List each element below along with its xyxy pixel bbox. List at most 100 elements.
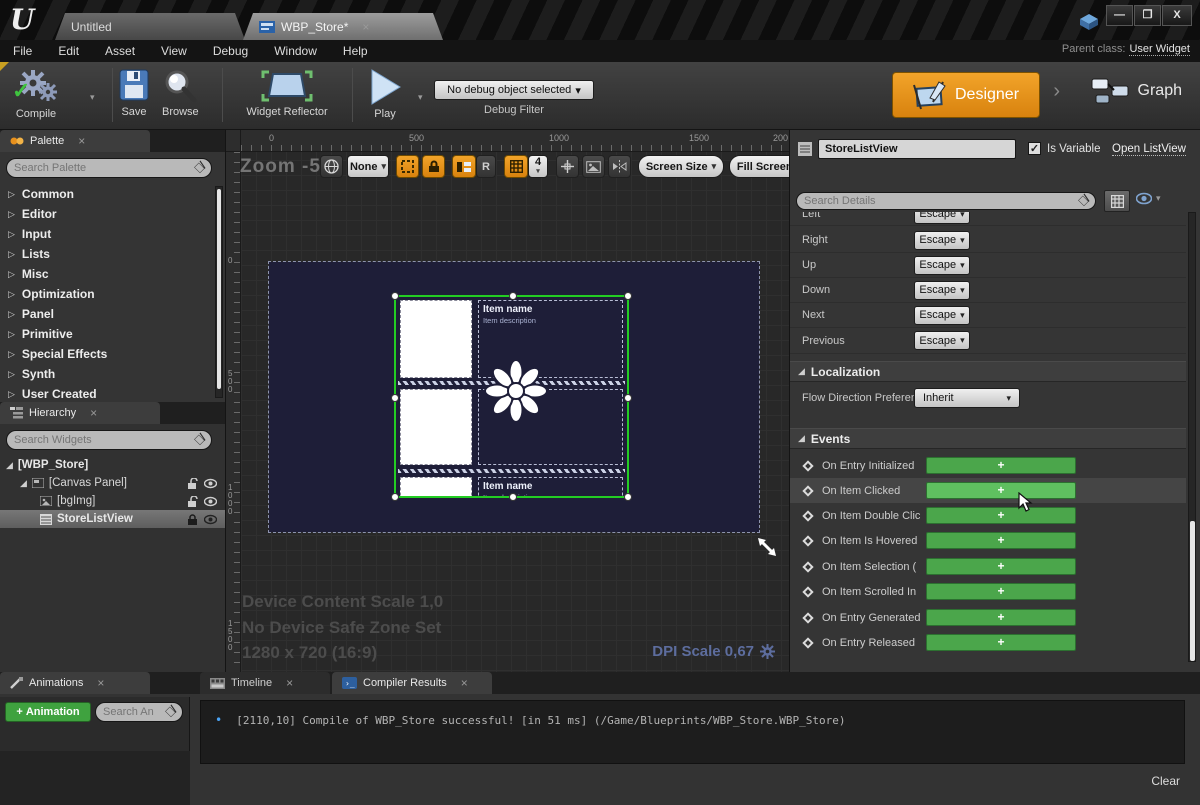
dpi-scale-indicator[interactable]: DPI Scale 0,67 <box>652 643 775 660</box>
lock-open-icon[interactable] <box>187 478 198 489</box>
storelistview-widget-selection[interactable]: Item name Item description Item name <box>394 295 629 498</box>
parent-class-value[interactable]: User Widget <box>1129 43 1190 56</box>
add-event-button[interactable]: + <box>926 634 1076 651</box>
palette-search[interactable]: ⌒̸ <box>6 158 212 178</box>
palette-category-input[interactable]: ▷Input <box>0 224 213 244</box>
hierarchy-search[interactable]: ⌒̸ <box>6 430 212 450</box>
close-icon[interactable]: × <box>97 676 104 690</box>
tree-item-bgimg[interactable]: [bgImg] <box>0 492 225 510</box>
tree-item-storelistview-selected[interactable]: StoreListView <box>0 510 225 528</box>
tab-palette[interactable]: Palette × <box>0 130 150 152</box>
document-tab-untitled[interactable]: Untitled <box>55 13 245 40</box>
widget-name-input[interactable] <box>818 139 1016 159</box>
menu-debug[interactable]: Debug <box>200 44 261 58</box>
menu-asset[interactable]: Asset <box>92 44 148 58</box>
palette-category-misc[interactable]: ▷Misc <box>0 264 213 284</box>
flip-preview-button[interactable] <box>608 155 631 178</box>
respect-locks-toggle[interactable] <box>452 155 476 178</box>
surface-resize-arrow-icon[interactable] <box>756 536 778 558</box>
eye-visibility-icon[interactable] <box>204 496 217 507</box>
transform-mode-button[interactable] <box>556 155 579 178</box>
nav-down-dropdown[interactable]: Escape▾ <box>914 281 970 300</box>
tab-hierarchy[interactable]: Hierarchy × <box>0 402 160 424</box>
open-listview-link[interactable]: Open ListView <box>1112 143 1186 156</box>
palette-category-common[interactable]: ▷Common <box>0 184 213 204</box>
palette-category-synth[interactable]: ▷Synth <box>0 364 213 384</box>
palette-category-special-effects[interactable]: ▷Special Effects <box>0 344 213 364</box>
grid-snap-size-dropdown[interactable]: 4▾ <box>528 155 548 178</box>
expand-icon[interactable]: ◢ <box>6 460 13 471</box>
details-scrollbar[interactable] <box>1188 212 1196 662</box>
palette-search-input[interactable] <box>14 162 195 174</box>
animation-search-input[interactable] <box>103 706 166 718</box>
lock-widgets-toggle[interactable] <box>422 155 445 178</box>
palette-scrollbar-thumb[interactable] <box>217 189 221 389</box>
compile-options-caret-icon[interactable]: ▾ <box>90 92 95 103</box>
lock-icon[interactable] <box>187 514 198 525</box>
close-icon[interactable]: × <box>362 20 369 34</box>
tab-animations[interactable]: Animations × <box>0 672 150 694</box>
document-tab-wbp-store[interactable]: WBP_Store* × <box>243 13 443 40</box>
details-scrollbar-thumb[interactable] <box>1190 521 1195 661</box>
browse-button[interactable]: Browse <box>162 68 199 118</box>
palette-scrollbar[interactable] <box>215 186 223 398</box>
localization-section-header[interactable]: ◢ Localization <box>790 361 1186 382</box>
design-surface[interactable]: Item name Item description Item name <box>269 262 759 532</box>
menu-file[interactable]: File <box>0 44 45 58</box>
palette-category-primitive[interactable]: ▷Primitive <box>0 324 213 344</box>
eye-visibility-icon[interactable] <box>204 514 217 525</box>
compile-button[interactable]: ✓ Compile <box>14 68 58 120</box>
minimize-button[interactable]: — <box>1106 5 1133 26</box>
dashed-outline-toggle[interactable] <box>396 155 419 178</box>
lock-open-icon[interactable] <box>187 496 198 507</box>
tree-item-wbp-store[interactable]: ◢ [WBP_Store] <box>0 456 225 474</box>
resize-handle[interactable] <box>391 292 399 300</box>
save-button[interactable]: Save <box>118 68 150 118</box>
tab-compiler-results[interactable]: ›_ Compiler Results × <box>332 672 492 694</box>
palette-category-optimization[interactable]: ▷Optimization <box>0 284 213 304</box>
add-event-button[interactable]: + <box>926 609 1076 626</box>
flow-direction-dropdown[interactable]: Inherit ▾ <box>914 388 1020 408</box>
menu-edit[interactable]: Edit <box>45 44 92 58</box>
play-button[interactable]: Play <box>362 68 408 120</box>
close-icon[interactable]: × <box>90 406 97 420</box>
nav-next-dropdown[interactable]: Escape▾ <box>914 306 970 325</box>
property-matrix-button[interactable] <box>1104 190 1130 212</box>
resize-handle[interactable] <box>624 493 632 501</box>
nav-left-dropdown[interactable]: Escape▾ <box>914 212 970 224</box>
designer-mode-button[interactable]: Designer <box>892 72 1040 118</box>
add-animation-button[interactable]: + Animation <box>5 702 91 722</box>
close-icon[interactable]: × <box>78 134 85 148</box>
resize-handle[interactable] <box>624 292 632 300</box>
is-variable-checkbox[interactable]: ✓ <box>1028 142 1041 155</box>
close-icon[interactable]: × <box>286 676 293 690</box>
clear-log-button[interactable]: Clear <box>1151 774 1180 788</box>
screen-size-dropdown[interactable]: Screen Size▾ <box>638 155 724 178</box>
palette-category-panel[interactable]: ▷Panel <box>0 304 213 324</box>
r-toggle-button[interactable]: R <box>476 155 496 178</box>
maximize-button[interactable]: ❐ <box>1134 5 1161 26</box>
localization-preview-globe-button[interactable] <box>320 155 343 178</box>
add-event-button[interactable]: + <box>926 558 1076 575</box>
display-filter-button[interactable]: ▾ <box>1136 192 1161 205</box>
close-icon[interactable]: × <box>461 676 468 690</box>
events-section-header[interactable]: ◢ Events <box>790 428 1186 449</box>
debug-object-dropdown[interactable]: No debug object selected ▾ <box>434 80 594 100</box>
fill-screen-dropdown[interactable]: Fill Screen▾ <box>729 155 790 178</box>
nav-right-dropdown[interactable]: Escape▾ <box>914 231 970 250</box>
tutorial-cube-icon[interactable] <box>1078 12 1100 32</box>
menu-view[interactable]: View <box>148 44 200 58</box>
resize-handle[interactable] <box>624 394 632 402</box>
add-event-button[interactable]: + <box>926 507 1076 524</box>
designer-canvas[interactable]: Item name Item description Item name <box>225 130 790 672</box>
tree-item-canvas-panel[interactable]: ◢ [Canvas Panel] <box>0 474 225 492</box>
resize-handle[interactable] <box>391 394 399 402</box>
compiler-results-log[interactable]: •[2110,10] Compile of WBP_Store successf… <box>200 700 1185 764</box>
hierarchy-search-input[interactable] <box>14 434 195 446</box>
close-button[interactable]: X <box>1162 5 1192 26</box>
widget-reflector-button[interactable]: Widget Reflector <box>232 68 342 118</box>
palette-category-user-created[interactable]: ▷User Created <box>0 384 213 404</box>
play-options-caret-icon[interactable]: ▾ <box>418 92 423 103</box>
palette-category-lists[interactable]: ▷Lists <box>0 244 213 264</box>
eye-visibility-icon[interactable] <box>204 478 217 489</box>
